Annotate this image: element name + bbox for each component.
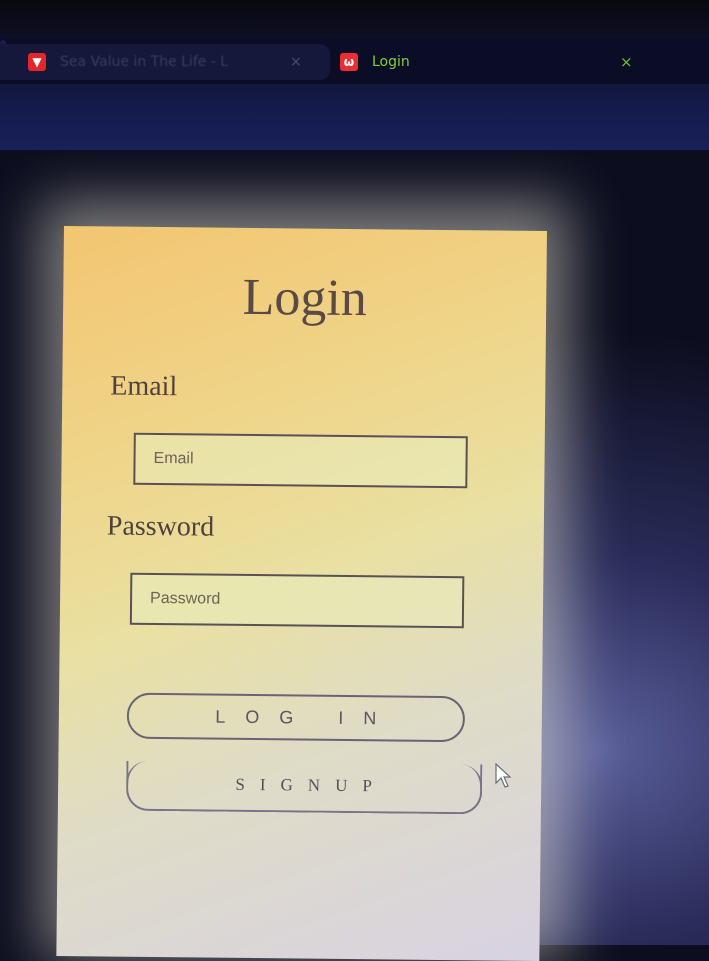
page-title: Login — [242, 268, 368, 328]
bookmark-icon: ▼ — [28, 53, 46, 71]
email-field[interactable] — [133, 432, 468, 489]
password-label: Password — [106, 510, 215, 543]
signup-button[interactable]: SIGNUP — [125, 760, 483, 815]
password-field[interactable] — [129, 572, 465, 629]
tab-title: Login — [372, 54, 410, 70]
app-icon: ω — [340, 53, 358, 71]
tab-inactive[interactable]: ▼ Sea Value in The Life - L × — [0, 44, 330, 80]
login-card: Login Email Password LOG IN SIGNUP — [56, 226, 547, 961]
tab-bar: ▼ Sea Value in The Life - L × ω Login × — [0, 38, 709, 84]
mouse-cursor-icon — [495, 763, 511, 788]
login-button[interactable]: LOG IN — [126, 692, 466, 743]
email-label: Email — [110, 370, 178, 403]
close-icon[interactable]: × — [290, 54, 302, 70]
tab-title: Sea Value in The Life - L — [60, 54, 229, 70]
tab-active[interactable]: ω Login × — [340, 44, 660, 80]
close-icon[interactable]: × — [620, 53, 633, 71]
